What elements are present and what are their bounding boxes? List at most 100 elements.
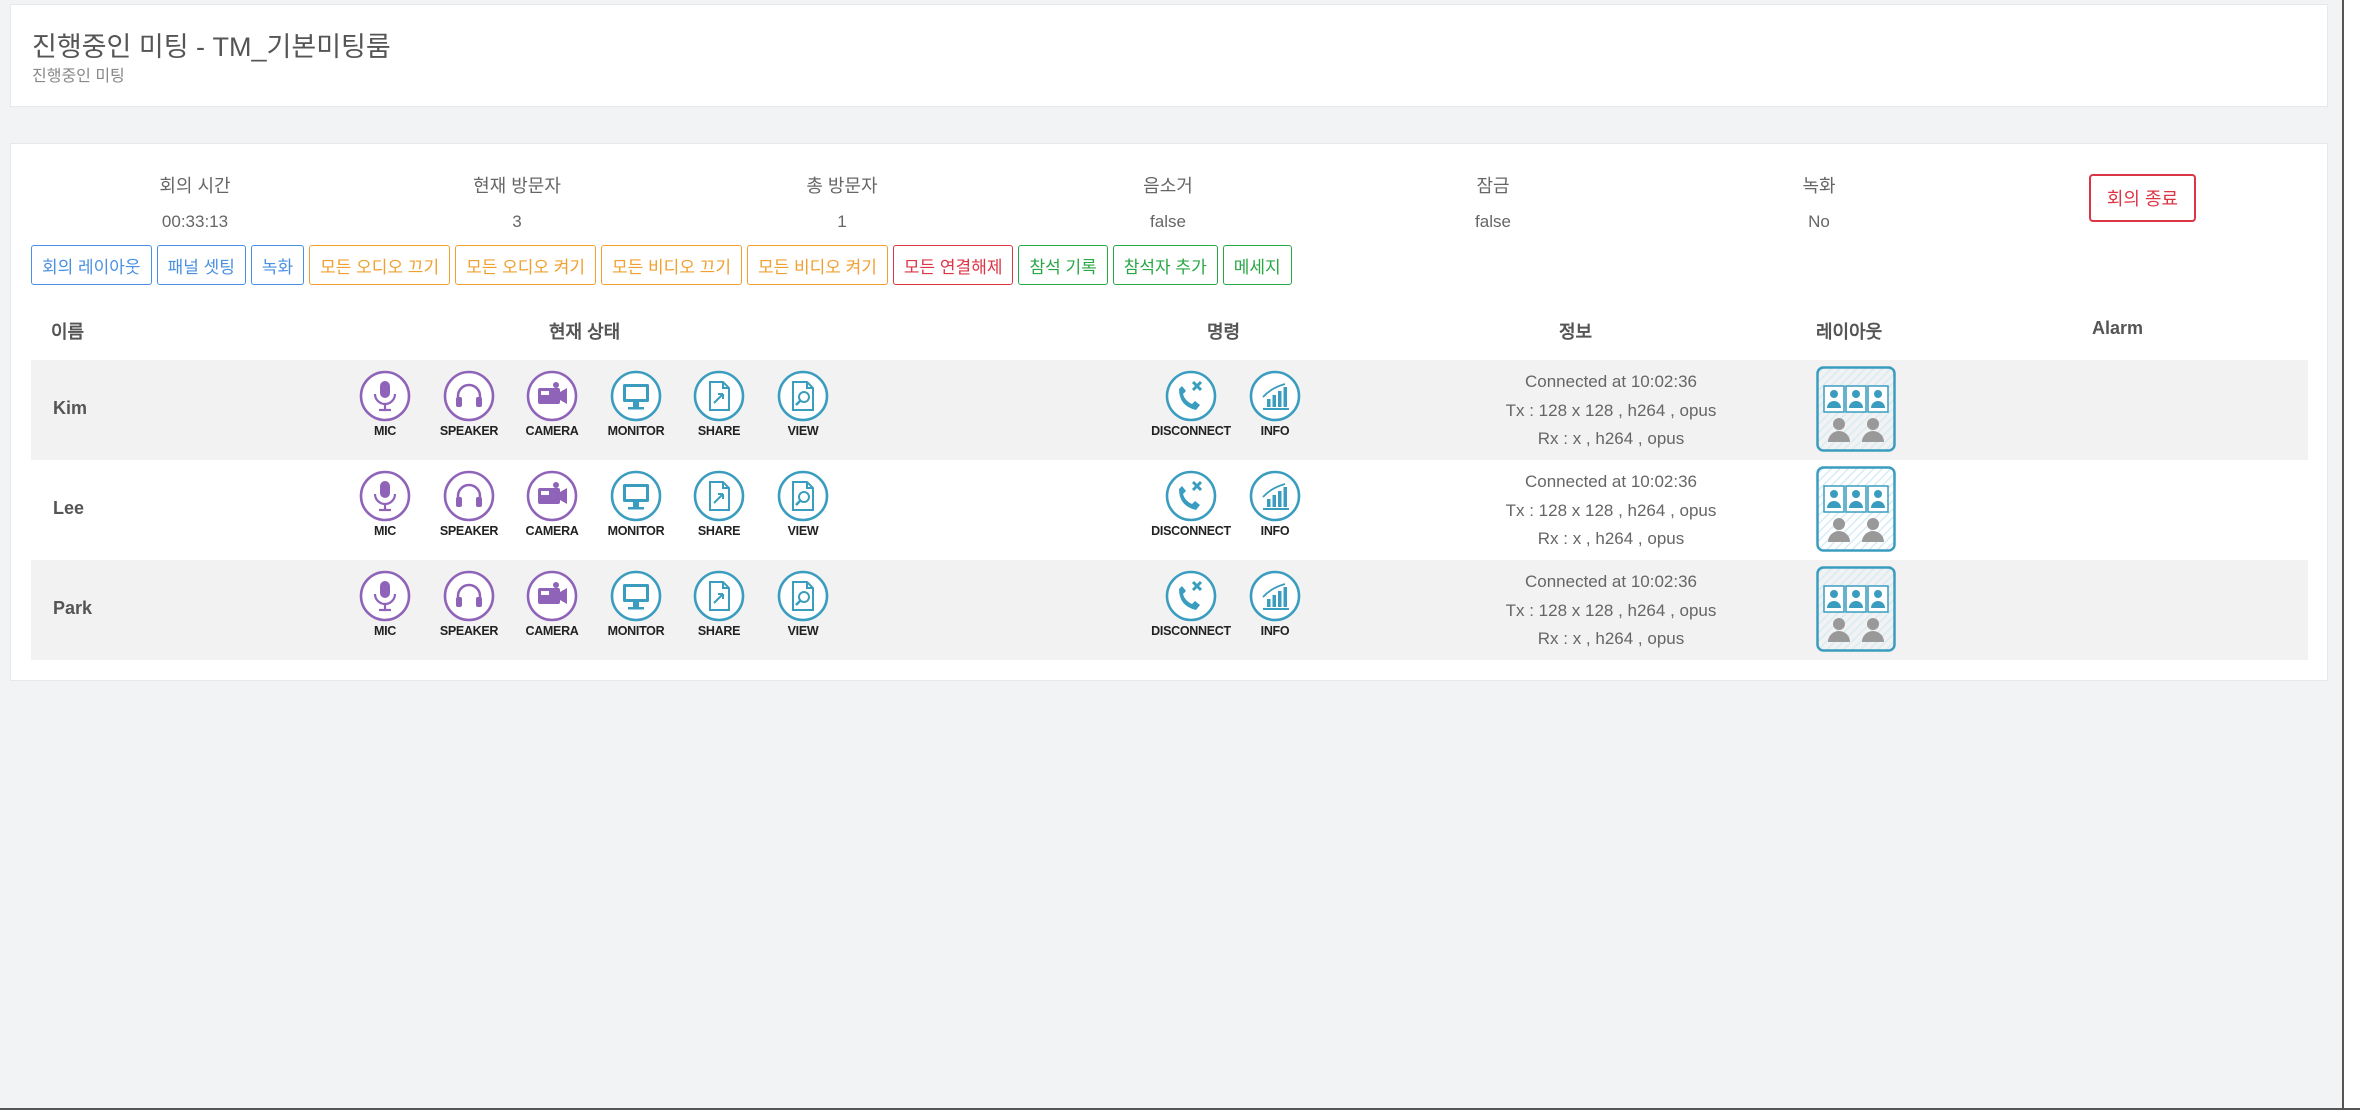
monitor-icon	[594, 370, 678, 422]
disconnect-label: DISCONNECT	[1151, 624, 1231, 638]
stat-lock: 잠금 false	[1393, 172, 1593, 232]
tx-info: Tx : 128 x 128 , h264 , opus	[1505, 500, 1717, 520]
speaker-icon	[427, 570, 511, 622]
meeting-layout-button[interactable]: 회의 레이아웃	[31, 245, 152, 285]
table-row: Park MIC SPEAKER CAMERA MONITOR SHARE VI…	[31, 560, 2308, 660]
all-video-on-button[interactable]: 모든 비디오 켜기	[746, 245, 888, 285]
layout-icon[interactable]	[1816, 566, 1896, 652]
disconnect-all-button[interactable]: 모든 연결해제	[892, 245, 1014, 285]
info-button[interactable]: INFO	[1233, 470, 1317, 538]
column-header-status: 현재 상태	[549, 322, 621, 342]
all-video-off-button[interactable]: 모든 비디오 끄기	[601, 245, 742, 285]
add-participant-button[interactable]: 참석자 추가	[1112, 245, 1218, 285]
column-header-command: 명령	[1207, 322, 1241, 342]
share-icon	[677, 370, 761, 422]
view-toggle[interactable]: VIEW	[761, 470, 845, 538]
connected-time: Connected at 10:02:36	[1524, 572, 1698, 591]
mic-label: MIC	[373, 524, 396, 538]
mic-icon	[343, 570, 427, 622]
mic-toggle[interactable]: MIC	[343, 470, 427, 538]
page-header: 진행중인 미팅 - TM_기본미팅룸 진행중인 미팅	[10, 4, 2328, 107]
action-toolbar: 회의 레이아웃 패널 셋팅 녹화 모든 오디오 끄기 모든 오디오 켜기 모든 …	[31, 245, 1292, 285]
mic-toggle[interactable]: MIC	[343, 570, 427, 638]
info-icon	[1233, 370, 1317, 422]
disconnect-button[interactable]: DISCONNECT	[1149, 570, 1233, 638]
column-header-layout: 레이아웃	[1816, 322, 1883, 342]
connection-info: Connected at 10:02:36 Tx : 128 x 128 , h…	[1411, 468, 1811, 554]
camera-toggle[interactable]: CAMERA	[510, 570, 594, 638]
column-header-name: 이름	[51, 322, 85, 342]
stat-label: 녹화	[1802, 176, 1836, 196]
info-button[interactable]: INFO	[1233, 370, 1317, 438]
mic-toggle[interactable]: MIC	[343, 370, 427, 438]
monitor-toggle[interactable]: MONITOR	[594, 370, 678, 438]
disconnect-icon	[1149, 470, 1233, 522]
mic-label: MIC	[373, 624, 396, 638]
stat-label: 잠금	[1476, 176, 1510, 196]
speaker-icon	[427, 370, 511, 422]
message-button[interactable]: 메세지	[1222, 245, 1292, 285]
layout-icon[interactable]	[1816, 466, 1896, 552]
layout-icon[interactable]	[1816, 366, 1896, 452]
info-label: INFO	[1260, 424, 1290, 438]
view-toggle[interactable]: VIEW	[761, 570, 845, 638]
share-toggle[interactable]: SHARE	[677, 570, 761, 638]
info-label: INFO	[1260, 624, 1290, 638]
stat-total-visitors: 총 방문자 1	[742, 172, 942, 232]
all-audio-off-button[interactable]: 모든 오디오 끄기	[309, 245, 451, 285]
record-button[interactable]: 녹화	[250, 245, 305, 285]
panel-setting-button[interactable]: 패널 셋팅	[156, 245, 246, 285]
monitor-icon	[594, 470, 678, 522]
monitor-label: MONITOR	[607, 424, 665, 438]
stat-value: 00:33:13	[161, 212, 229, 231]
speaker-toggle[interactable]: SPEAKER	[427, 370, 511, 438]
info-label: INFO	[1260, 524, 1290, 538]
speaker-toggle[interactable]: SPEAKER	[427, 470, 511, 538]
attendance-log-button[interactable]: 참석 기록	[1018, 245, 1108, 285]
mic-icon	[343, 370, 427, 422]
table-row: Lee MIC SPEAKER CAMERA MONITOR SHARE VIE…	[31, 460, 2308, 560]
connected-time: Connected at 10:02:36	[1524, 472, 1698, 491]
camera-label: CAMERA	[525, 624, 579, 638]
all-audio-on-button[interactable]: 모든 오디오 켜기	[455, 245, 597, 285]
monitor-toggle[interactable]: MONITOR	[594, 570, 678, 638]
disconnect-button[interactable]: DISCONNECT	[1149, 370, 1233, 438]
disconnect-label: DISCONNECT	[1151, 524, 1231, 538]
meeting-panel: 회의 시간 00:33:13 현재 방문자 3 총 방문자 1 음소거 fals…	[10, 143, 2328, 681]
share-label: SHARE	[697, 624, 741, 638]
share-toggle[interactable]: SHARE	[677, 470, 761, 538]
tx-info: Tx : 128 x 128 , h264 , opus	[1505, 400, 1717, 420]
disconnect-button[interactable]: DISCONNECT	[1149, 470, 1233, 538]
view-toggle[interactable]: VIEW	[761, 370, 845, 438]
share-toggle[interactable]: SHARE	[677, 370, 761, 438]
stat-value: 1	[837, 212, 847, 231]
stat-value: false	[1150, 212, 1186, 231]
mic-icon	[343, 470, 427, 522]
window-frame-right	[2342, 0, 2360, 1114]
monitor-toggle[interactable]: MONITOR	[594, 470, 678, 538]
table-row: Kim MIC SPEAKER CAMERA MONITOR SHARE VIE…	[31, 360, 2308, 460]
column-header-info: 정보	[1559, 322, 1593, 342]
column-header-alarm: Alarm	[2092, 318, 2144, 338]
camera-toggle[interactable]: CAMERA	[510, 470, 594, 538]
disconnect-label: DISCONNECT	[1151, 424, 1231, 438]
connected-time: Connected at 10:02:36	[1524, 372, 1698, 391]
monitor-icon	[594, 570, 678, 622]
stat-value: 3	[512, 212, 522, 231]
speaker-toggle[interactable]: SPEAKER	[427, 570, 511, 638]
share-icon	[677, 470, 761, 522]
speaker-label: SPEAKER	[439, 624, 499, 638]
info-button[interactable]: INFO	[1233, 570, 1317, 638]
monitor-label: MONITOR	[607, 624, 665, 638]
end-meeting-button[interactable]: 회의 종료	[2089, 174, 2196, 222]
camera-toggle[interactable]: CAMERA	[510, 370, 594, 438]
stat-recording: 녹화 No	[1719, 172, 1919, 232]
stat-label: 음소거	[1143, 176, 1193, 196]
camera-icon	[510, 570, 594, 622]
camera-label: CAMERA	[525, 424, 579, 438]
monitor-label: MONITOR	[607, 524, 665, 538]
view-icon	[761, 370, 845, 422]
participant-name: Lee	[53, 498, 85, 518]
speaker-label: SPEAKER	[439, 424, 499, 438]
disconnect-icon	[1149, 370, 1233, 422]
